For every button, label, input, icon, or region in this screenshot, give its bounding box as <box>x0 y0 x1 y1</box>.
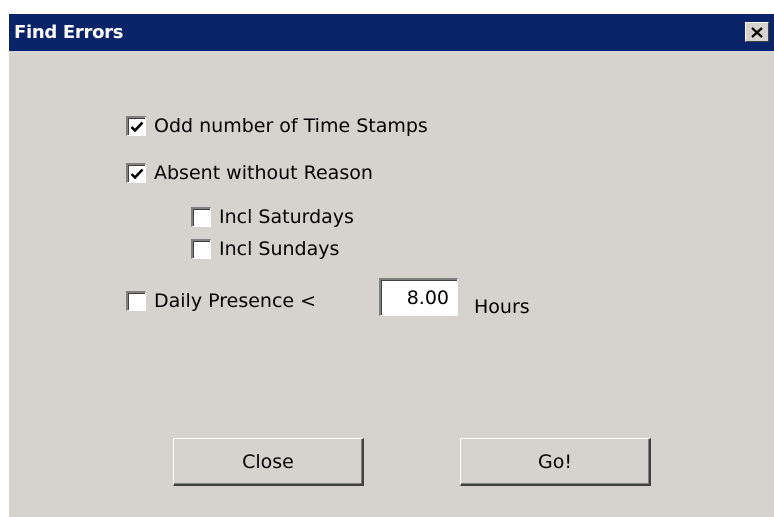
title-bar[interactable]: Find Errors <box>9 14 774 51</box>
incl-sundays-checkbox[interactable]: Incl Sundays <box>191 236 339 262</box>
checkbox-box[interactable] <box>126 291 146 311</box>
incl-saturdays-checkbox[interactable]: Incl Saturdays <box>191 204 354 230</box>
odd-timestamps-checkbox[interactable]: Odd number of Time Stamps <box>126 113 428 139</box>
checkbox-box[interactable] <box>191 207 211 227</box>
checkbox-box[interactable] <box>126 163 146 183</box>
incl-saturdays-label: Incl Saturdays <box>219 206 354 228</box>
daily-presence-label: Daily Presence < <box>154 290 317 312</box>
close-x-icon[interactable] <box>745 22 769 42</box>
absent-without-reason-label: Absent without Reason <box>154 162 373 184</box>
checkbox-box[interactable] <box>191 239 211 259</box>
close-button[interactable]: Close <box>173 438 364 486</box>
absent-without-reason-checkbox[interactable]: Absent without Reason <box>126 160 373 186</box>
presence-hours-input[interactable] <box>379 278 458 316</box>
checkmark-icon <box>130 168 143 179</box>
incl-sundays-label: Incl Sundays <box>219 238 340 260</box>
hours-unit-label: Hours <box>474 296 530 318</box>
window-title: Find Errors <box>14 22 124 43</box>
find-errors-dialog: Find Errors Odd number of Time Stamps Ab… <box>9 14 774 517</box>
go-button[interactable]: Go! <box>460 438 651 486</box>
checkbox-box[interactable] <box>126 116 146 136</box>
checkmark-icon <box>130 121 143 132</box>
daily-presence-checkbox[interactable]: Daily Presence < <box>126 288 316 314</box>
odd-timestamps-label: Odd number of Time Stamps <box>154 115 428 137</box>
